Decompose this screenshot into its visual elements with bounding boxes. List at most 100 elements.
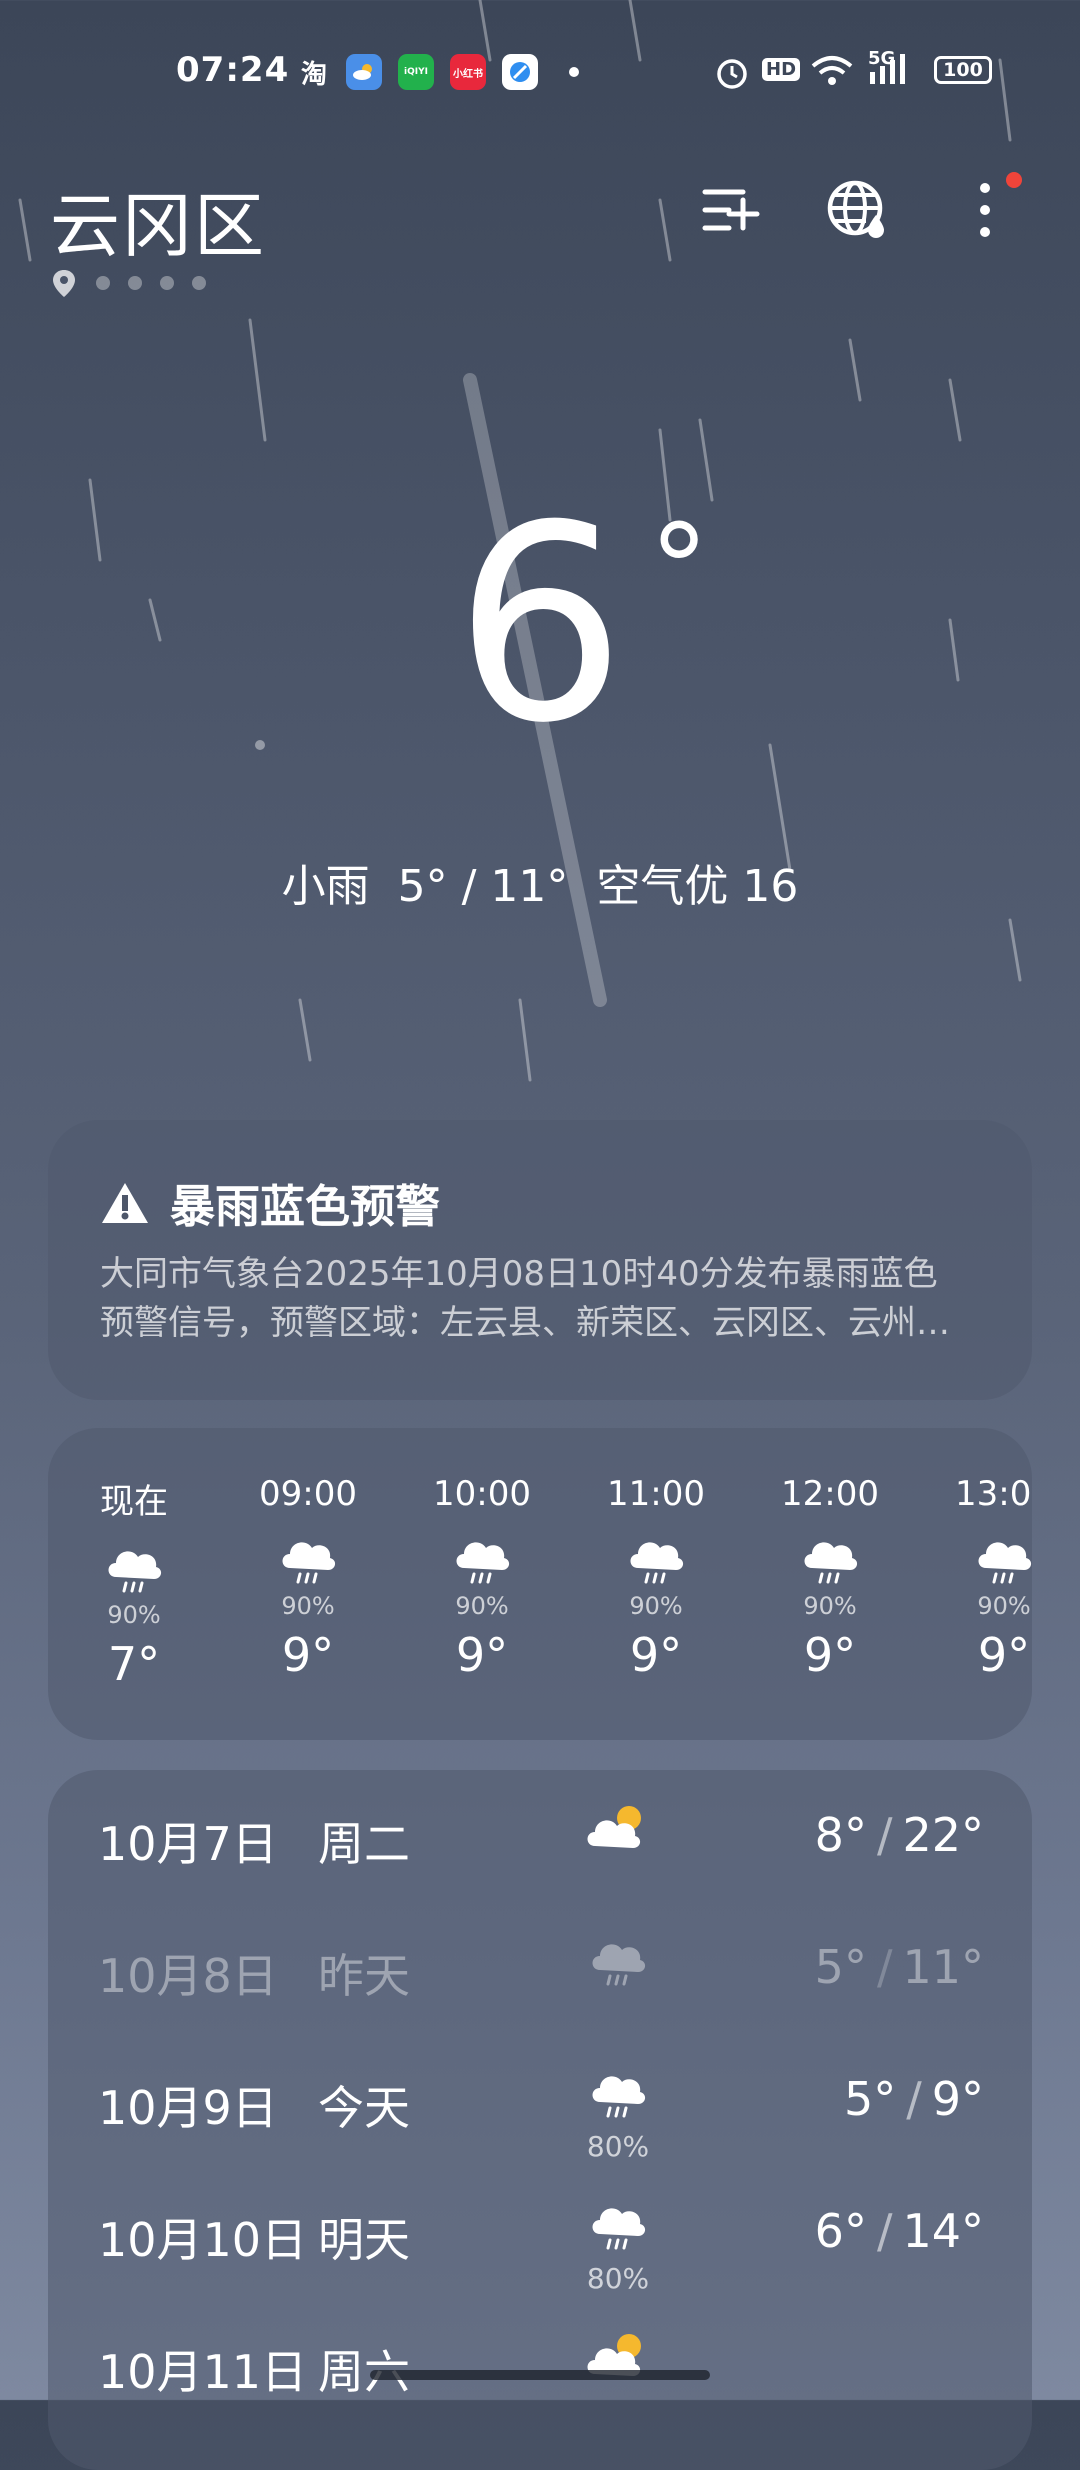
current-summary: 小雨 5° / 11° 空气优 16 bbox=[0, 850, 1080, 914]
xiaohongshu-icon: 小红书 bbox=[450, 54, 486, 90]
day-temps: 8°/22° bbox=[814, 1808, 984, 1862]
day-weekday: 今天 bbox=[318, 2081, 410, 2135]
battery-indicator: 100 bbox=[934, 56, 992, 84]
day-weekday: 昨天 bbox=[318, 1949, 410, 2003]
daily-forecast-card[interactable]: 10月7日 周二 8°/22° 10月8日 昨天 5°/11° 10月9日 今天… bbox=[48, 1770, 1032, 2470]
day-low: 8° bbox=[814, 1808, 867, 1862]
condition-text: 小雨 bbox=[281, 861, 370, 912]
alarm-icon bbox=[714, 54, 750, 94]
city-name[interactable]: 云冈区 bbox=[50, 170, 266, 271]
current-temp-value: 6 bbox=[454, 467, 626, 782]
rain-cloud-icon bbox=[804, 1542, 858, 1584]
precip-percent: 90% bbox=[107, 1601, 161, 1629]
day-high: 9° bbox=[931, 2072, 984, 2126]
rain-cloud-icon bbox=[592, 2208, 646, 2250]
hour-label: 11:00 bbox=[607, 1474, 705, 1514]
alert-header: 暴雨蓝色预警 bbox=[100, 1170, 440, 1235]
status-bar: 07:24 淘 iQIYI 小红书 HD 5G 100 bbox=[0, 40, 1080, 102]
iqiyi-icon: iQIYI bbox=[398, 54, 434, 90]
hour-label: 12:00 bbox=[781, 1474, 879, 1514]
hourly-item: 10:00 90% 9° bbox=[412, 1474, 552, 1682]
hourly-item: 11:00 90% 9° bbox=[586, 1474, 726, 1682]
hour-label: 09:00 bbox=[259, 1474, 357, 1514]
rain-cloud-icon bbox=[978, 1542, 1032, 1584]
alert-title: 暴雨蓝色预警 bbox=[170, 1180, 441, 1233]
day-weekday: 周六 bbox=[318, 2345, 410, 2399]
day-low: 6° bbox=[814, 2204, 867, 2258]
list-add-icon bbox=[702, 189, 760, 231]
precip-percent: 90% bbox=[629, 1592, 683, 1620]
precip-percent: 80% bbox=[586, 2130, 650, 2163]
precip-percent: 80% bbox=[586, 2262, 650, 2295]
weather-alert-card[interactable]: 暴雨蓝色预警 大同市气象台2025年10月08日10时40分发布暴雨蓝色 预警信… bbox=[48, 1120, 1032, 1400]
page-dot bbox=[192, 276, 206, 290]
hourly-item: 13:00 90% 9° bbox=[934, 1474, 1032, 1682]
partly-cloudy-icon bbox=[587, 1806, 641, 1848]
hour-label: 现在 bbox=[100, 1482, 168, 1522]
page-dot bbox=[128, 276, 142, 290]
alert-line-1: 大同市气象台2025年10月08日10时40分发布暴雨蓝色 bbox=[100, 1254, 938, 1294]
hourly-forecast-card[interactable]: 现在 90% 7° 09:00 90% 9° 10:00 90% 9° 11:0… bbox=[48, 1428, 1032, 1740]
day-date: 10月7日 bbox=[98, 1817, 278, 1871]
add-city-button[interactable] bbox=[696, 175, 766, 245]
warning-icon bbox=[102, 1182, 148, 1223]
temp-range: 5° / 11° bbox=[397, 861, 569, 912]
rain-cloud-icon bbox=[456, 1542, 510, 1584]
notification-badge bbox=[1006, 172, 1022, 188]
hour-temp: 9° bbox=[977, 1628, 1031, 1682]
day-date: 10月10日 bbox=[98, 2213, 308, 2267]
day-date: 10月9日 bbox=[98, 2081, 278, 2135]
hour-temp: 7° bbox=[107, 1637, 161, 1691]
hourly-item: 12:00 90% 9° bbox=[760, 1474, 900, 1682]
hour-temp: 9° bbox=[455, 1628, 509, 1682]
rain-cloud-icon bbox=[108, 1551, 162, 1593]
daily-row[interactable]: 10月7日 周二 8°/22° bbox=[48, 1770, 1032, 1890]
page-dot bbox=[96, 276, 110, 290]
weather-app-icon bbox=[346, 54, 382, 90]
daily-row[interactable]: 10月8日 昨天 5°/11° bbox=[48, 1902, 1032, 2022]
clock: 07:24 bbox=[176, 50, 290, 90]
browser-icon bbox=[502, 54, 538, 90]
aqi-text[interactable]: 空气优 16 bbox=[596, 861, 798, 912]
wifi-icon bbox=[810, 54, 854, 92]
degree-symbol: ° bbox=[649, 500, 710, 639]
hourly-item: 09:00 90% 9° bbox=[238, 1474, 378, 1682]
precip-percent: 90% bbox=[455, 1592, 509, 1620]
day-high: 22° bbox=[902, 1808, 984, 1862]
rain-cloud-icon bbox=[282, 1542, 336, 1584]
page-indicator bbox=[50, 268, 206, 298]
taobao-icon: 淘 bbox=[300, 59, 327, 90]
precip-percent: 90% bbox=[281, 1592, 335, 1620]
home-indicator[interactable] bbox=[370, 2370, 710, 2380]
day-high: 11° bbox=[902, 1940, 984, 1994]
more-vertical-icon bbox=[980, 183, 990, 237]
alert-description: 大同市气象台2025年10月08日10时40分发布暴雨蓝色 预警信号，预警区域：… bbox=[100, 1250, 1000, 1348]
hour-label: 13:00 bbox=[955, 1474, 1032, 1514]
precip-percent: 90% bbox=[803, 1592, 857, 1620]
day-high: 14° bbox=[902, 2204, 984, 2258]
hd-badge: HD bbox=[762, 58, 801, 81]
rain-cloud-icon bbox=[630, 1542, 684, 1584]
hourly-item: 现在 90% 7° bbox=[64, 1474, 204, 1691]
hour-temp: 9° bbox=[629, 1628, 683, 1682]
globe-icon bbox=[827, 180, 884, 238]
rain-cloud-icon bbox=[592, 2076, 646, 2118]
location-pin-icon bbox=[53, 270, 75, 297]
day-low: 5° bbox=[814, 1940, 867, 1994]
rain-cloud-icon bbox=[592, 1944, 646, 1986]
global-weather-button[interactable] bbox=[822, 175, 892, 245]
day-weekday: 周二 bbox=[318, 1817, 410, 1871]
daily-row[interactable]: 10月9日 今天 80% 5°/9° bbox=[48, 2034, 1032, 2163]
hour-label: 10:00 bbox=[433, 1474, 531, 1514]
day-date: 10月8日 bbox=[98, 1949, 278, 2003]
day-temps: 6°/14° bbox=[814, 2204, 984, 2258]
daily-row[interactable]: 10月11日 周六 bbox=[48, 2298, 1032, 2418]
precip-percent: 90% bbox=[977, 1592, 1031, 1620]
day-temps: 5°/9° bbox=[843, 2072, 984, 2126]
daily-row[interactable]: 10月10日 明天 80% 6°/14° bbox=[48, 2166, 1032, 2295]
hour-temp: 9° bbox=[281, 1628, 335, 1682]
current-temperature: 6 ° bbox=[0, 490, 1080, 760]
notification-dot-icon bbox=[556, 54, 592, 90]
alert-line-2: 预警信号，预警区域：左云县、新荣区、云冈区、云州… bbox=[100, 1303, 950, 1343]
day-weekday: 明天 bbox=[318, 2213, 410, 2267]
